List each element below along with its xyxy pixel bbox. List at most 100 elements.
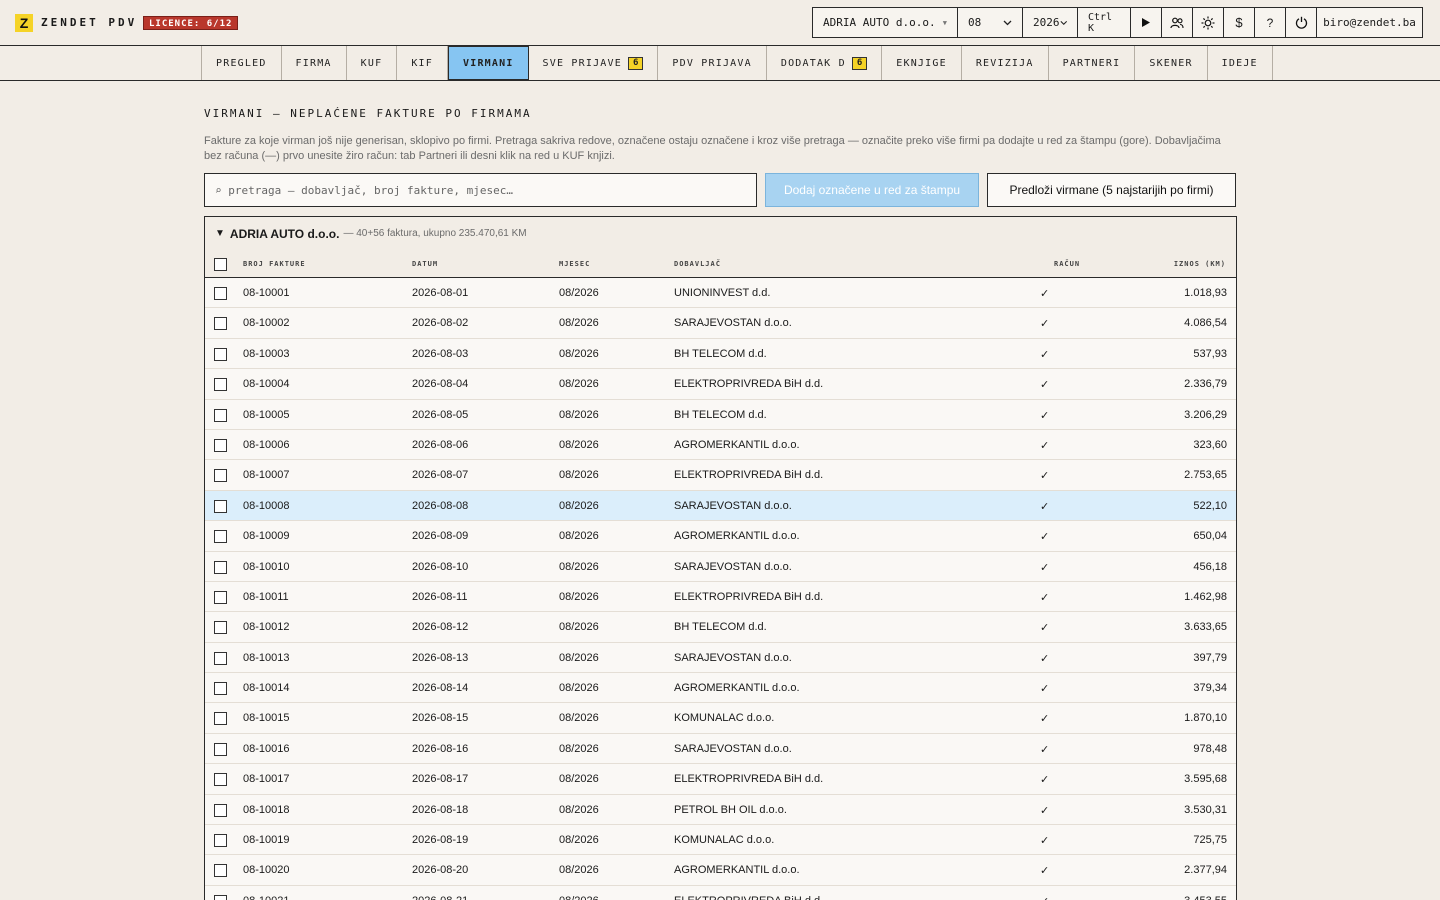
- row-checkbox[interactable]: [214, 287, 227, 300]
- tab-firma[interactable]: FIRMA: [282, 46, 347, 80]
- cell-racun: ✓: [1040, 865, 1050, 878]
- command-palette-button[interactable]: Ctrl K: [1078, 8, 1131, 37]
- table-row[interactable]: 08-10017 2026-08-17 08/2026 ELEKTROPRIVREDA…: [205, 764, 1236, 795]
- row-checkbox[interactable]: [214, 773, 227, 787]
- table-header: BROJ FAKTURE DATUM MJESEC DOBAVLJAČ RAČU…: [205, 250, 1236, 278]
- row-checkbox[interactable]: [214, 499, 227, 513]
- row-checkbox[interactable]: [214, 621, 227, 635]
- col-iznos[interactable]: IZNOS (KM): [1174, 260, 1226, 268]
- table-row[interactable]: 08-10016 2026-08-16 08/2026 SARAJEVOSTAN d.…: [205, 733, 1236, 765]
- col-racun[interactable]: RAČUN: [1054, 260, 1080, 268]
- table-row[interactable]: 08-10013 2026-08-13 08/2026 SARAJEVOSTAN d.…: [205, 642, 1236, 674]
- group-header[interactable]: ▼ ADRIA AUTO d.o.o. — 40+56 faktura, uku…: [205, 217, 1236, 250]
- tab-label: SVE PRIJAVE: [542, 57, 622, 69]
- row-checkbox[interactable]: [214, 894, 227, 900]
- tab-kuf[interactable]: KUF: [347, 46, 398, 80]
- tab-label: SKENER: [1149, 57, 1193, 69]
- row-checkbox[interactable]: [214, 438, 227, 452]
- row-checkbox[interactable]: [214, 469, 227, 483]
- cell-broj: 08-10017: [243, 773, 290, 786]
- tab-dodatak-d[interactable]: DODATAK D 6: [767, 46, 883, 80]
- table-row[interactable]: 08-10006 2026-08-06 08/2026 AGROMERKANTIL d…: [205, 429, 1236, 461]
- table-row[interactable]: 08-10014 2026-08-14 08/2026 AGROMERKANTIL d…: [205, 673, 1236, 704]
- tab-revizija[interactable]: REVIZIJA: [962, 46, 1049, 80]
- table-row[interactable]: 08-10001 2026-08-01 08/2026 UNIONINVEST d.d…: [205, 278, 1236, 309]
- tab-label: KUF: [360, 57, 383, 69]
- users-button[interactable]: [1162, 8, 1193, 37]
- cell-mjesec: 08/2026: [559, 621, 599, 634]
- theme-button[interactable]: [1193, 8, 1224, 37]
- table-row[interactable]: 08-10007 2026-08-07 08/2026 ELEKTROPRIVREDA…: [205, 460, 1236, 491]
- table-row[interactable]: 08-10020 2026-08-20 08/2026 AGROMERKANTIL d…: [205, 855, 1236, 886]
- cell-mjesec: 08/2026: [559, 712, 599, 725]
- row-checkbox[interactable]: [214, 864, 227, 878]
- table-row[interactable]: 08-10012 2026-08-12 08/2026 BH TELECOM d.d.…: [205, 612, 1236, 643]
- row-checkbox[interactable]: [214, 834, 227, 848]
- table-row[interactable]: 08-10005 2026-08-05 08/2026 BH TELECOM d.d.…: [205, 399, 1236, 430]
- col-dobavljac[interactable]: DOBAVLJAČ: [674, 260, 721, 268]
- cell-mjesec: 08/2026: [559, 742, 599, 755]
- tab-pdv-prijava[interactable]: PDV PRIJAVA: [658, 46, 767, 80]
- sun-icon: [1201, 16, 1215, 29]
- help-button[interactable]: ?: [1255, 8, 1286, 37]
- cell-datum: 2026-08-09: [412, 530, 469, 543]
- col-datum[interactable]: DATUM: [412, 260, 438, 268]
- table-row[interactable]: 08-10004 2026-08-04 08/2026 ELEKTROPRIVREDA…: [205, 369, 1236, 400]
- tab-eknjige[interactable]: EKNJIGE: [882, 46, 962, 80]
- search-input[interactable]: [204, 173, 757, 207]
- propose-transfers-button[interactable]: Predloži virmane (5 najstarijih po firmi…: [987, 173, 1236, 207]
- row-checkbox[interactable]: [214, 803, 227, 817]
- cell-racun: ✓: [1040, 591, 1050, 604]
- question-icon: ?: [1266, 15, 1274, 30]
- cell-iznos: 725,75: [1193, 834, 1227, 847]
- tab-sve-prijave[interactable]: SVE PRIJAVE 6: [529, 46, 659, 80]
- cell-datum: 2026-08-12: [412, 621, 469, 634]
- month-select[interactable]: 08: [958, 8, 1023, 37]
- table-row[interactable]: 08-10008 2026-08-08 08/2026 SARAJEVOSTAN d.…: [205, 490, 1236, 522]
- table-row[interactable]: 08-10011 2026-08-11 08/2026 ELEKTROPRIVREDA…: [205, 581, 1236, 613]
- cell-datum: 2026-08-18: [412, 803, 469, 816]
- tab-virmani[interactable]: VIRMANI: [448, 46, 529, 80]
- tab-kif[interactable]: KIF: [397, 46, 448, 80]
- tab-partneri[interactable]: PARTNERI: [1049, 46, 1136, 80]
- select-all-checkbox[interactable]: [214, 258, 227, 271]
- cell-mjesec: 08/2026: [559, 499, 599, 512]
- cell-mjesec: 08/2026: [559, 378, 599, 391]
- row-checkbox[interactable]: [214, 378, 227, 392]
- row-checkbox[interactable]: [214, 530, 227, 544]
- row-checkbox[interactable]: [214, 347, 227, 361]
- row-checkbox[interactable]: [214, 742, 227, 756]
- row-checkbox[interactable]: [214, 560, 227, 574]
- pricing-button[interactable]: $: [1224, 8, 1255, 37]
- row-checkbox[interactable]: [214, 651, 227, 665]
- firma-select[interactable]: ADRIA AUTO d.o.o. ▼: [813, 8, 958, 37]
- col-mjesec[interactable]: MJESEC: [559, 260, 590, 268]
- row-checkbox[interactable]: [214, 317, 227, 331]
- table-row[interactable]: 08-10019 2026-08-19 08/2026 KOMUNALAC d.o.o…: [205, 825, 1236, 856]
- table-row[interactable]: 08-10002 2026-08-02 08/2026 SARAJEVOSTAN d.…: [205, 308, 1236, 339]
- year-select[interactable]: 2026: [1023, 8, 1078, 37]
- table-row[interactable]: 08-10010 2026-08-10 08/2026 SARAJEVOSTAN d.…: [205, 551, 1236, 582]
- row-checkbox[interactable]: [214, 682, 227, 696]
- logout-button[interactable]: [1286, 8, 1317, 37]
- tab-pregled[interactable]: PREGLED: [202, 46, 282, 80]
- table-row[interactable]: 08-10003 2026-08-03 08/2026 BH TELECOM d.d.…: [205, 338, 1236, 370]
- table-row[interactable]: 08-10009 2026-08-09 08/2026 AGROMERKANTIL d…: [205, 521, 1236, 552]
- cell-datum: 2026-08-01: [412, 287, 469, 299]
- row-checkbox[interactable]: [214, 408, 227, 422]
- cell-broj: 08-10019: [243, 834, 290, 847]
- play-button[interactable]: [1131, 8, 1162, 37]
- row-checkbox[interactable]: [214, 712, 227, 726]
- tab-ideje[interactable]: IDEJE: [1208, 46, 1273, 80]
- user-account[interactable]: biro@zendet.ba: [1317, 8, 1422, 37]
- row-checkbox[interactable]: [214, 590, 227, 604]
- table-row[interactable]: 08-10018 2026-08-18 08/2026 PETROL BH OIL d…: [205, 794, 1236, 826]
- table-row[interactable]: 08-10021 2026-08-21 08/2026 ELEKTROPRIVREDA…: [205, 885, 1236, 900]
- cell-broj: 08-10008: [243, 499, 290, 512]
- tab-skener[interactable]: SKENER: [1135, 46, 1208, 80]
- cell-broj: 08-10007: [243, 469, 290, 482]
- table-row[interactable]: 08-10015 2026-08-15 08/2026 KOMUNALAC d.o.o…: [205, 703, 1236, 734]
- add-to-print-queue-button[interactable]: Dodaj označene u red za štampu: [765, 173, 979, 207]
- col-broj[interactable]: BROJ FAKTURE: [243, 260, 306, 268]
- cell-datum: 2026-08-20: [412, 864, 469, 877]
